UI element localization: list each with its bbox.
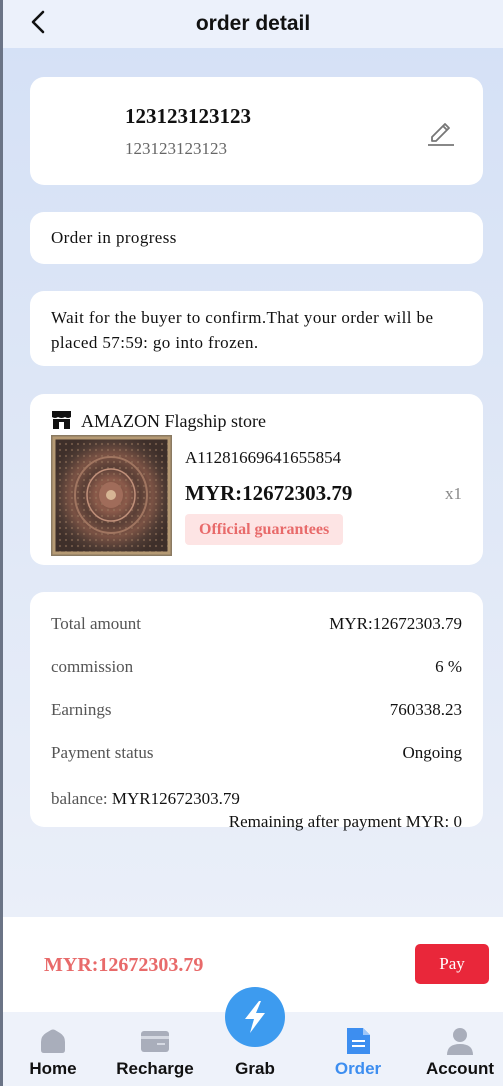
product-id: A11281669641655854 bbox=[185, 448, 342, 467]
store-name: AMAZON Flagship store bbox=[81, 411, 266, 431]
commission-value: 6 % bbox=[435, 657, 462, 676]
pay-button[interactable]: Pay bbox=[415, 944, 489, 984]
total-amount-value: MYR:12672303.79 bbox=[329, 614, 462, 633]
summary-row-earnings: Earnings 760338.23 bbox=[51, 700, 462, 722]
edit-pencil-icon[interactable] bbox=[425, 115, 457, 147]
product-image[interactable] bbox=[51, 435, 172, 556]
store-icon bbox=[52, 411, 71, 429]
wallet-icon bbox=[141, 1031, 169, 1052]
summary-row-commission: commission 6 % bbox=[51, 657, 462, 679]
tab-recharge[interactable]: Recharge bbox=[109, 1012, 201, 1086]
order-summary-card: Total amount MYR:12672303.79 commission … bbox=[30, 592, 483, 831]
header: order detail bbox=[3, 0, 503, 48]
payment-status-label: Payment status bbox=[51, 743, 154, 762]
summary-row-total: Total amount MYR:12672303.79 bbox=[51, 614, 462, 636]
order-status: Order in progress bbox=[51, 228, 177, 247]
tab-order[interactable]: Order bbox=[328, 1012, 388, 1086]
home-icon bbox=[41, 1029, 65, 1053]
pay-total: MYR:12672303.79 bbox=[44, 954, 204, 976]
tab-grab-label: Grab bbox=[235, 1059, 275, 1078]
user-name: 123123123123 bbox=[125, 104, 251, 128]
bottom-tab-bar: Home Recharge Grab Order Account bbox=[3, 987, 503, 1086]
tab-home-label: Home bbox=[29, 1059, 77, 1078]
order-message: Wait for the buyer to confirm.That your … bbox=[51, 308, 434, 352]
user-subtitle: 123123123123 bbox=[125, 139, 227, 158]
tab-order-label: Order bbox=[334, 1059, 382, 1078]
balance-label: balance: bbox=[51, 789, 108, 808]
document-icon bbox=[347, 1028, 370, 1054]
user-card: 123123123123 123123123123 bbox=[30, 77, 483, 185]
guarantee-badge: Official guarantees bbox=[185, 514, 344, 545]
commission-label: commission bbox=[51, 657, 134, 676]
balance-row: balance: MYR12672303.79 bbox=[51, 789, 240, 809]
product-price: MYR:12672303.79 bbox=[185, 481, 353, 505]
tab-home[interactable]: Home bbox=[20, 1012, 86, 1086]
lightning-icon bbox=[245, 1001, 265, 1033]
tab-recharge-label: Recharge bbox=[116, 1059, 194, 1078]
back-arrow-icon[interactable] bbox=[27, 10, 51, 34]
product-quantity: x1 bbox=[445, 484, 462, 503]
product-card: AMAZON Flagship store A11281669641655854… bbox=[30, 394, 483, 565]
grab-button[interactable] bbox=[225, 987, 285, 1047]
message-card: Wait for the buyer to confirm.That your … bbox=[30, 291, 483, 366]
remaining-after-payment: Remaining after payment MYR: 0 bbox=[228, 812, 462, 831]
person-icon bbox=[447, 1028, 473, 1055]
order-status-card: Order in progress bbox=[30, 212, 483, 264]
earnings-label: Earnings bbox=[51, 700, 112, 719]
total-amount-label: Total amount bbox=[51, 614, 141, 633]
tab-account[interactable]: Account bbox=[420, 1012, 500, 1086]
tab-grab[interactable]: Grab bbox=[225, 987, 285, 1086]
payment-status-value: Ongoing bbox=[402, 743, 463, 762]
tab-account-label: Account bbox=[426, 1059, 494, 1078]
page-title: order detail bbox=[195, 12, 311, 35]
earnings-value: 760338.23 bbox=[389, 700, 462, 719]
summary-row-payment-status: Payment status Ongoing bbox=[51, 743, 462, 765]
balance-value: MYR12672303.79 bbox=[111, 789, 240, 808]
